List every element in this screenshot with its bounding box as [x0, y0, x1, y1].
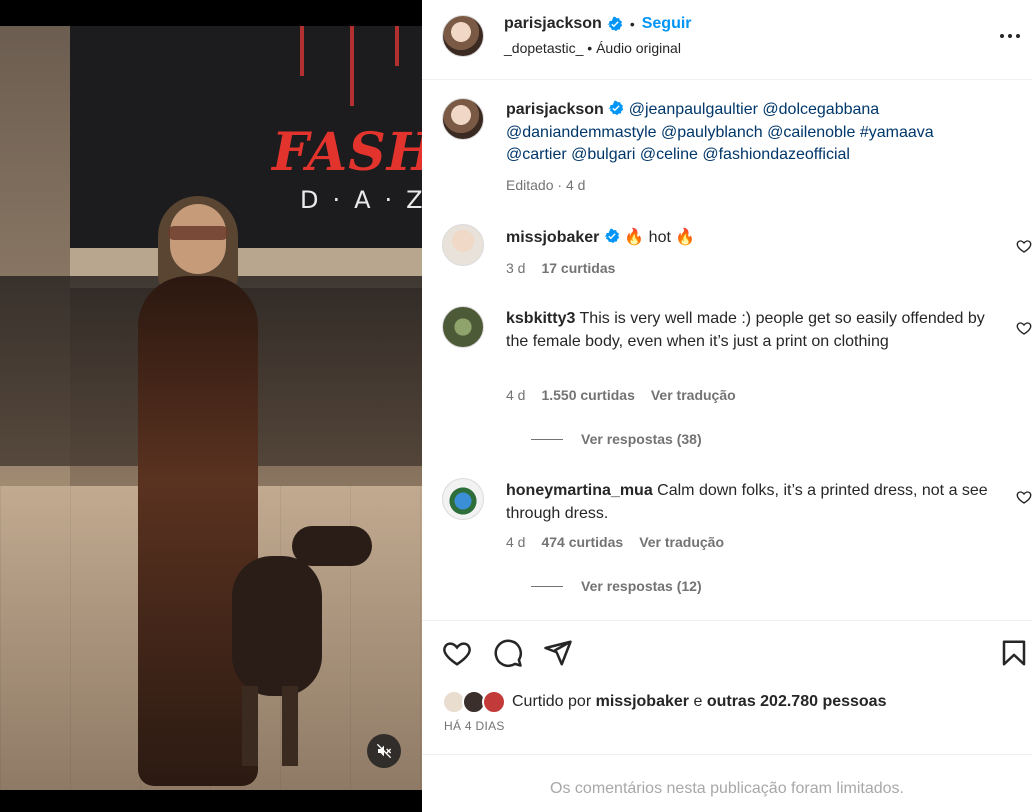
mute-button[interactable]	[367, 734, 401, 768]
translate-link[interactable]: Ver tradução	[651, 387, 736, 403]
follow-button[interactable]: Seguir	[642, 15, 692, 33]
liker-avatar	[482, 690, 506, 714]
commenter-avatar[interactable]	[442, 224, 484, 266]
fashion-sign-text: FASHIO	[272, 122, 422, 183]
caption-mentions-2[interactable]: @daniandemmastyle @paulyblanch @cailenob…	[506, 124, 934, 141]
comment-like-heart-icon[interactable]	[1016, 238, 1032, 254]
comment-like-heart-icon[interactable]	[1016, 489, 1032, 505]
header-dot: •	[629, 16, 635, 32]
comment-meta: 4 d 474 curtidas Ver tradução	[506, 534, 724, 550]
commenter-avatar[interactable]	[442, 478, 484, 520]
comment-time[interactable]: 4 d	[506, 387, 525, 403]
commenter-avatar[interactable]	[442, 306, 484, 348]
verified-badge-icon	[604, 228, 620, 244]
view-replies-label: Ver respostas (38)	[581, 431, 702, 447]
heart-icon[interactable]	[442, 638, 472, 668]
audio-link[interactable]: Áudio original	[596, 40, 681, 56]
comment-icon[interactable]	[493, 638, 523, 668]
post-media[interactable]: FASHIO D·A·Z·E	[0, 0, 422, 812]
speaker-muted-icon	[376, 743, 392, 759]
caption-mentions-3[interactable]: @cartier @bulgari @celine @fashiondazeof…	[506, 146, 850, 163]
comment-time[interactable]: 4 d	[506, 534, 525, 550]
comments-limited-notice: Os comentários nesta publicação foram li…	[550, 780, 904, 797]
dog-head	[292, 526, 372, 566]
fire-emoji-icon: 🔥	[624, 229, 645, 246]
dog-leg	[242, 686, 258, 766]
post-detail-panel: parisjackson • Seguir _dopetastic_ • Áud…	[422, 0, 1032, 812]
commenter-username[interactable]: ksbkitty3	[506, 310, 575, 327]
view-replies-label: Ver respostas (12)	[581, 578, 702, 594]
audio-user-link[interactable]: _dopetastic_	[504, 40, 583, 56]
limited-divider	[422, 754, 1032, 755]
replies-line	[531, 585, 563, 587]
liked-by-prefix: Curtido por	[512, 693, 592, 710]
actions-divider	[422, 620, 1032, 621]
media-bottom-bar	[0, 790, 422, 812]
author-name-row: parisjackson • Seguir	[504, 15, 692, 33]
media-top-bar	[0, 0, 422, 26]
liked-by-others[interactable]: outras 202.780 pessoas	[707, 693, 887, 711]
post-header: parisjackson • Seguir _dopetastic_ • Áud…	[422, 0, 1032, 80]
comment-item: honeymartina_mua Calm down folks, it’s a…	[442, 478, 1032, 608]
caption-body: parisjackson @jeanpaulgaultier @dolcegab…	[506, 99, 986, 167]
comment-text: This is very well made :) people get so …	[506, 310, 985, 350]
view-replies-button[interactable]: Ver respostas (12)	[531, 578, 702, 594]
comment-item: ksbkitty3 This is very well made :) peop…	[442, 306, 1032, 447]
caption-mentions-1[interactable]: @jeanpaulgaultier @dolcegabbana	[629, 101, 879, 118]
commenter-username[interactable]: honeymartina_mua	[506, 482, 653, 499]
fire-emoji-icon: 🔥	[675, 229, 696, 246]
verified-badge-icon	[607, 16, 622, 32]
post-video-frame[interactable]: FASHIO D·A·Z·E	[0, 26, 422, 790]
more-options-icon[interactable]	[998, 24, 1022, 48]
comment-body: missjobaker 🔥 hot 🔥	[506, 227, 1006, 250]
meta-separator: ·	[557, 177, 563, 193]
comment-likes[interactable]: 17 curtidas	[541, 260, 615, 276]
bookmark-icon[interactable]	[999, 638, 1029, 668]
replies-line	[531, 438, 563, 440]
dog-figure	[222, 496, 392, 776]
scene-light-spike	[395, 26, 399, 66]
person-sunglasses	[168, 226, 228, 240]
caption-author-avatar[interactable]	[442, 98, 484, 140]
comment-like-heart-icon[interactable]	[1016, 320, 1032, 336]
comment-meta: 4 d 1.550 curtidas Ver tradução	[506, 387, 736, 403]
scene-light-spike	[300, 26, 304, 76]
verified-badge-icon	[608, 100, 624, 116]
comment-body: honeymartina_mua Calm down folks, it’s a…	[506, 480, 1006, 525]
author-avatar[interactable]	[442, 15, 484, 57]
dog-leg	[282, 686, 298, 766]
comment-likes[interactable]: 474 curtidas	[541, 534, 623, 550]
scene-light-spike	[350, 26, 354, 106]
liker-avatars[interactable]	[442, 688, 508, 716]
post-date[interactable]: HÁ 4 DIAS	[444, 719, 505, 733]
likes-summary: Curtido por missjobaker e outras 202.780…	[442, 688, 886, 716]
translate-link[interactable]: Ver tradução	[639, 534, 724, 550]
liked-by-conj: e	[693, 693, 703, 710]
audio-line: _dopetastic_ • Áudio original	[504, 40, 681, 56]
view-replies-button[interactable]: Ver respostas (38)	[531, 431, 702, 447]
fashion-sign-subtext: D·A·Z·E	[300, 186, 422, 214]
comment-item: missjobaker 🔥 hot 🔥 3 d 17 curtidas	[442, 224, 1032, 294]
commenter-username[interactable]: missjobaker	[506, 229, 599, 246]
comment-text: hot	[648, 229, 671, 246]
comment-likes[interactable]: 1.550 curtidas	[541, 387, 634, 403]
comment-time[interactable]: 3 d	[506, 260, 525, 276]
caption-username[interactable]: parisjackson	[506, 101, 604, 118]
audio-separator: •	[587, 40, 593, 56]
author-username[interactable]: parisjackson	[504, 15, 602, 33]
share-icon[interactable]	[543, 638, 573, 668]
liked-by-user[interactable]: missjobaker	[596, 693, 689, 711]
caption-meta: Editado · 4 d	[506, 177, 585, 193]
edited-label: Editado	[506, 177, 554, 193]
comment-meta: 3 d 17 curtidas	[506, 260, 615, 276]
dog-body	[232, 556, 322, 696]
caption-time[interactable]: 4 d	[566, 177, 585, 193]
comment-body: ksbkitty3 This is very well made :) peop…	[506, 308, 1006, 353]
